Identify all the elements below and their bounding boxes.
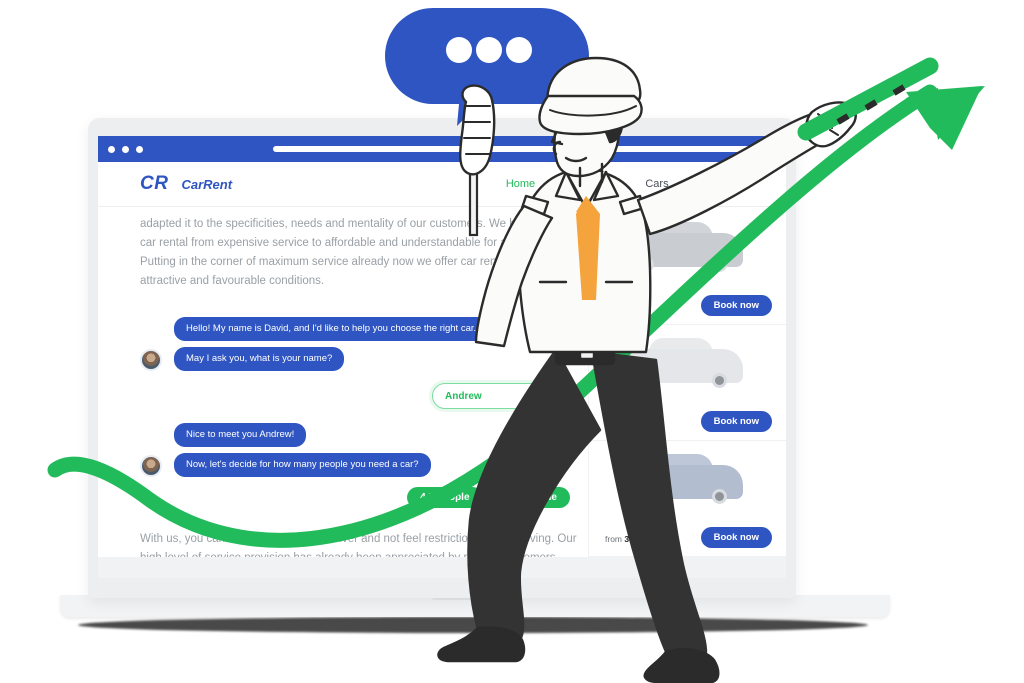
nav-item-cars[interactable]: Cars xyxy=(645,178,668,190)
avatar-slot xyxy=(140,349,174,371)
chat-widget: Hello! My name is David, and I'd like to… xyxy=(140,317,570,508)
car-card[interactable]: from 42$ Book now xyxy=(589,325,786,441)
option-2-4-people[interactable]: 2-4 people xyxy=(494,487,570,508)
agent-avatar xyxy=(140,349,162,371)
book-now-button[interactable]: Book now xyxy=(700,527,772,548)
car-icon xyxy=(623,454,743,504)
chat-bubble-agent-4: Now, let's decide for how many people yo… xyxy=(174,453,431,477)
car-price: from 42$ xyxy=(605,418,639,428)
browser-title-bar xyxy=(98,136,786,162)
chat-name-input[interactable] xyxy=(433,389,537,403)
car-image xyxy=(609,335,772,391)
book-now-button[interactable]: Book now xyxy=(700,295,772,316)
intro-paragraph: adapted it to the specificities, needs a… xyxy=(140,218,572,287)
price-prefix: from xyxy=(605,302,622,312)
car-price: from 39$ xyxy=(605,534,639,544)
chat-input-wrapper[interactable] xyxy=(432,383,566,409)
chat-message-row: Now, let's decide for how many people yo… xyxy=(140,453,570,477)
send-button[interactable] xyxy=(541,383,566,408)
address-bar[interactable] xyxy=(273,146,774,152)
agent-avatar xyxy=(140,455,162,477)
car-listings-column: from 45$ Book now from 42$ Book now from… xyxy=(588,207,786,578)
nav-item-home[interactable]: Home xyxy=(506,178,535,190)
car-price: from 45$ xyxy=(605,302,639,312)
price-value: 39$ xyxy=(624,534,639,544)
traffic-baton xyxy=(797,57,939,141)
main-column: adapted it to the specificities, needs a… xyxy=(98,207,588,578)
chat-input-row xyxy=(140,383,570,409)
logo-text: CarRent xyxy=(181,176,233,192)
arrow-right-icon xyxy=(548,391,558,400)
chat-message-row: May I ask you, what is your name? xyxy=(140,347,570,371)
option-4-7-people[interactable]: 4-7 people xyxy=(407,487,483,508)
laptop-shadow xyxy=(78,617,868,633)
car-card[interactable]: from 39$ Book now xyxy=(589,441,786,557)
price-value: 42$ xyxy=(624,418,639,428)
chat-message-row: Nice to meet you Andrew! xyxy=(140,423,570,447)
car-image xyxy=(609,219,772,275)
car-image xyxy=(609,451,772,507)
page-footer xyxy=(98,557,786,578)
price-value: 45$ xyxy=(624,302,639,312)
nav-item-about-us[interactable]: About us xyxy=(703,178,746,190)
illustration-scene: CR CarRent Home Services Cars About us a… xyxy=(0,0,1024,683)
chat-bubble-agent-1: Hello! My name is David, and I'd like to… xyxy=(174,317,489,341)
window-dot-3[interactable] xyxy=(136,145,143,153)
main-nav: Home Services Cars About us xyxy=(506,178,760,190)
window-dot-2[interactable] xyxy=(122,145,129,153)
chat-bubble-agent-2: May I ask you, what is your name? xyxy=(174,347,345,371)
chat-bubble-agent-3: Nice to meet you Andrew! xyxy=(174,423,307,447)
page-body: adapted it to the specificities, needs a… xyxy=(98,207,786,578)
car-icon xyxy=(623,338,743,388)
laptop-base xyxy=(60,595,890,617)
nav-item-services[interactable]: Services xyxy=(569,178,611,190)
car-icon xyxy=(623,222,743,272)
site-header: CR CarRent Home Services Cars About us xyxy=(98,162,786,207)
chat-message-row: Hello! My name is David, and I'd like to… xyxy=(140,317,570,341)
book-now-button[interactable]: Book now xyxy=(700,411,772,432)
site-logo[interactable]: CR CarRent xyxy=(140,173,232,195)
logo-mark: CR xyxy=(140,173,169,194)
car-card[interactable]: from 45$ Book now xyxy=(589,209,786,325)
chat-options-row: 4-7 people 2-4 people xyxy=(140,487,570,508)
price-prefix: from xyxy=(605,534,622,544)
laptop-screen: CR CarRent Home Services Cars About us a… xyxy=(98,136,786,578)
avatar-slot xyxy=(140,455,174,477)
price-prefix: from xyxy=(605,418,622,428)
window-dot-1[interactable] xyxy=(108,145,115,153)
